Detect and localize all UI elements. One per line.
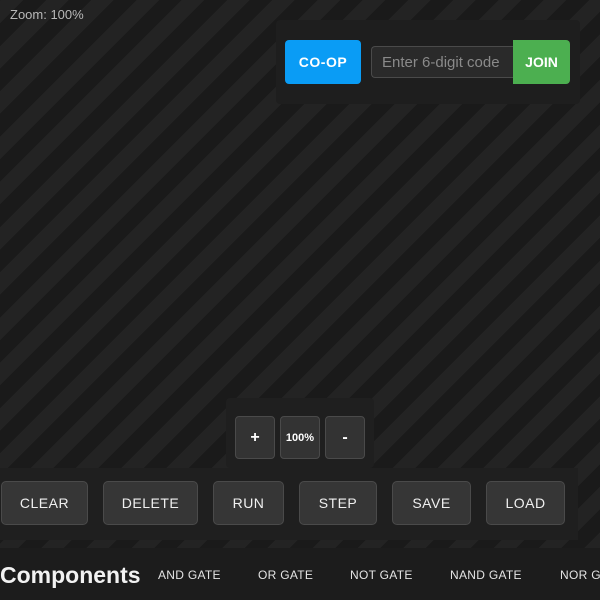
delete-button[interactable]: DELETE [103, 481, 198, 525]
load-button[interactable]: LOAD [486, 481, 565, 525]
circuit-canvas[interactable]: Zoom: 100% CO-OP JOIN + 100% - CLEAR DEL… [0, 0, 600, 600]
zoom-reset-button[interactable]: 100% [280, 416, 320, 459]
component-and-gate[interactable]: AND GATE [158, 568, 221, 582]
run-button[interactable]: RUN [213, 481, 284, 525]
components-title: Components [0, 562, 141, 588]
component-nand-gate[interactable]: NAND GATE [450, 568, 522, 582]
clear-button[interactable]: CLEAR [1, 481, 88, 525]
join-button[interactable]: JOIN [513, 40, 570, 84]
join-code-input[interactable] [371, 46, 513, 78]
zoom-controls: + 100% - [226, 398, 374, 468]
component-not-gate[interactable]: NOT GATE [350, 568, 413, 582]
coop-panel: CO-OP JOIN [276, 20, 580, 104]
coop-button[interactable]: CO-OP [285, 40, 361, 84]
action-toolbar: CLEAR DELETE RUN STEP SAVE LOAD [0, 468, 578, 540]
zoom-indicator: Zoom: 100% [10, 7, 84, 22]
component-or-gate[interactable]: OR GATE [258, 568, 313, 582]
components-palette: Components AND GATE OR GATE NOT GATE NAN… [0, 548, 600, 600]
step-button[interactable]: STEP [299, 481, 377, 525]
zoom-in-button[interactable]: + [235, 416, 275, 459]
component-nor-gate[interactable]: NOR GATE [560, 568, 600, 582]
zoom-out-button[interactable]: - [325, 416, 365, 459]
save-button[interactable]: SAVE [392, 481, 471, 525]
